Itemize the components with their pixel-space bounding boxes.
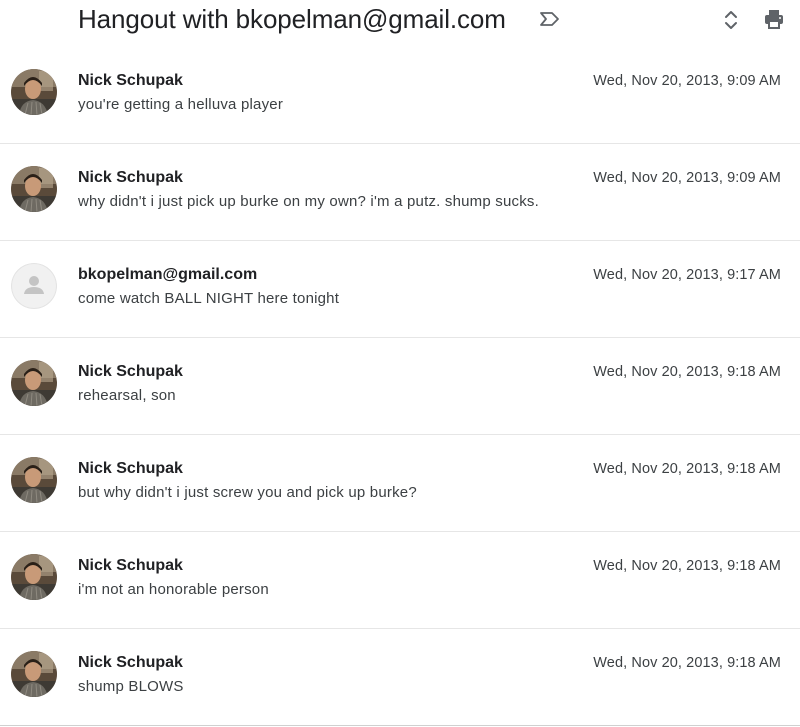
message-date: Wed, Nov 20, 2013, 9:18 AM — [593, 558, 781, 574]
message-date: Wed, Nov 20, 2013, 9:18 AM — [593, 655, 781, 671]
sender-name: Nick Schupak — [78, 557, 183, 574]
message-snippet: i'm not an honorable person — [78, 581, 269, 598]
sender-avatar[interactable] — [11, 457, 57, 503]
message-snippet: come watch BALL NIGHT here tonight — [78, 290, 340, 307]
sender-avatar[interactable] — [11, 651, 57, 697]
message-snippet: shump BLOWS — [78, 678, 184, 695]
conversation-subject: Hangout with bkopelman@gmail.com — [78, 4, 506, 34]
message-date: Wed, Nov 20, 2013, 9:18 AM — [593, 461, 781, 477]
message-row[interactable]: Nick Schupak rehearsal, son Wed, Nov 20, 2… — [0, 338, 800, 435]
sender-name: bkopelman@gmail.com — [78, 266, 258, 283]
conversation-view: Hangout with bkopelman@gmail.com Nick Sc… — [0, 0, 800, 727]
sender-avatar[interactable] — [11, 166, 57, 212]
message-row[interactable]: Nick Schupak i'm not an honorable person W… — [0, 532, 800, 629]
message-list: Nick Schupak you're getting a helluva pla… — [0, 47, 800, 726]
sender-avatar[interactable] — [11, 69, 57, 115]
sender-name: Nick Schupak — [78, 363, 183, 380]
sender-name: Nick Schupak — [78, 460, 183, 477]
sender-name: Nick Schupak — [78, 654, 183, 671]
message-date: Wed, Nov 20, 2013, 9:17 AM — [593, 267, 781, 283]
sender-name: Nick Schupak — [78, 169, 183, 186]
default-avatar-icon[interactable] — [11, 263, 57, 309]
label-important-icon[interactable] — [539, 10, 561, 28]
message-snippet: why didn't i just pick up burke on my ow… — [78, 193, 539, 210]
message-row[interactable]: Nick Schupak shump BLOWS Wed, Nov 20, 2013… — [0, 629, 800, 726]
sender-avatar[interactable] — [11, 360, 57, 406]
print-icon[interactable] — [763, 8, 785, 30]
sender-name: Nick Schupak — [78, 72, 183, 89]
message-date: Wed, Nov 20, 2013, 9:18 AM — [593, 364, 781, 380]
sender-avatar[interactable] — [11, 554, 57, 600]
message-date: Wed, Nov 20, 2013, 9:09 AM — [593, 73, 781, 89]
message-date: Wed, Nov 20, 2013, 9:09 AM — [593, 170, 781, 186]
message-snippet: rehearsal, son — [78, 387, 176, 404]
message-row[interactable]: Nick Schupak why didn't i just pick up bu… — [0, 144, 800, 241]
message-row[interactable]: Nick Schupak but why didn't i just screw … — [0, 435, 800, 532]
message-row[interactable]: bkopelman@gmail.com come watch BALL NIGHT… — [0, 241, 800, 338]
expand-collapse-icon[interactable] — [722, 8, 740, 32]
message-snippet: you're getting a helluva player — [78, 96, 284, 113]
message-snippet: but why didn't i just screw you and pick… — [78, 484, 417, 501]
conversation-header: Hangout with bkopelman@gmail.com — [0, 0, 800, 40]
message-row[interactable]: Nick Schupak you're getting a helluva pla… — [0, 47, 800, 144]
